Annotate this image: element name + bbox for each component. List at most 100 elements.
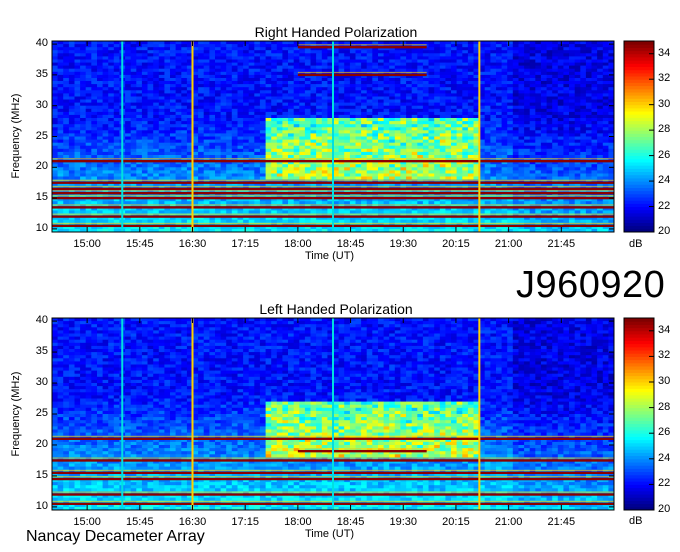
- right-cell: [563, 108, 570, 113]
- right-cell: [265, 133, 272, 137]
- right-cell: [198, 173, 205, 177]
- right-cell: [524, 142, 531, 147]
- right-cell: [175, 59, 182, 63]
- right-cell: [265, 173, 272, 177]
- right-cell: [338, 170, 345, 174]
- right-cell: [597, 133, 604, 137]
- right-cell: [344, 102, 351, 107]
- right-cell: [344, 121, 351, 125]
- right-cell: [108, 62, 115, 67]
- right-cell: [389, 127, 396, 131]
- right-cell: [529, 130, 536, 134]
- right-cell: [428, 173, 435, 177]
- right-cell: [321, 148, 328, 153]
- right-cell: [552, 130, 559, 134]
- right-cell: [181, 47, 188, 51]
- right-cell: [97, 71, 103, 76]
- right-cell: [243, 53, 250, 57]
- right-cell: [428, 47, 435, 51]
- right-cell: [518, 167, 525, 171]
- right-cell: [428, 87, 435, 91]
- right-cell: [259, 151, 266, 156]
- right-cell: [467, 102, 474, 107]
- right-cell: [557, 148, 564, 153]
- right-cell: [226, 50, 233, 54]
- right-cell: [265, 93, 272, 97]
- right-cell: [158, 136, 165, 140]
- right-cell: [153, 71, 160, 76]
- right-cell: [467, 155, 474, 159]
- right-cell: [136, 102, 143, 107]
- right-cell: [383, 84, 390, 88]
- right-cell: [456, 164, 463, 168]
- right-cell: [580, 136, 587, 140]
- right-cell: [203, 118, 210, 122]
- right-cell: [394, 99, 401, 103]
- right-cell: [411, 56, 418, 60]
- right-cell: [91, 81, 98, 85]
- right-cell: [164, 90, 171, 94]
- right-cell: [462, 90, 469, 94]
- right-cell: [113, 136, 120, 140]
- right-cell: [417, 81, 424, 85]
- right-cell: [422, 68, 429, 73]
- right-cell: [136, 62, 143, 67]
- right-cell: [304, 81, 311, 85]
- right-cell: [97, 90, 103, 94]
- right-cell: [406, 130, 413, 134]
- right-cell: [428, 56, 435, 60]
- right-cell: [344, 176, 351, 180]
- right-cell: [265, 59, 272, 63]
- right-cell: [276, 44, 283, 48]
- right-cell: [147, 127, 154, 131]
- right-cell: [349, 81, 356, 85]
- right-cell: [462, 62, 469, 67]
- right-cell: [501, 90, 508, 94]
- right-cell: [574, 121, 581, 125]
- right-cell: [57, 53, 64, 57]
- right-cell: [259, 53, 266, 57]
- right-cell: [141, 50, 148, 54]
- right-cell: [158, 59, 165, 63]
- right-cell: [91, 102, 98, 107]
- right-cell: [91, 59, 98, 63]
- right-cell: [389, 50, 396, 54]
- right-cell: [602, 41, 609, 45]
- right-cell: [209, 148, 216, 153]
- right-cell: [80, 41, 87, 45]
- right-cell: [563, 130, 570, 134]
- right-cell: [456, 142, 463, 147]
- right-cell: [170, 118, 176, 122]
- right-cell: [85, 124, 92, 128]
- right-cell: [68, 65, 75, 70]
- right-cell: [91, 50, 98, 54]
- right-cell: [108, 142, 115, 147]
- right-cell: [141, 62, 148, 67]
- right-cell: [80, 71, 87, 76]
- right-cell: [170, 164, 176, 168]
- right-cell: [344, 59, 351, 63]
- right-cell: [417, 118, 424, 122]
- right-cell: [243, 47, 250, 51]
- right-cell: [529, 136, 536, 140]
- right-cell: [259, 87, 266, 91]
- right-cell: [74, 56, 81, 60]
- right-cell: [389, 78, 396, 82]
- right-cell: [259, 127, 266, 131]
- right-cell: [125, 56, 132, 60]
- right-cell: [535, 65, 542, 70]
- right-cell: [141, 84, 148, 88]
- right-cell: [147, 114, 154, 119]
- right-cell: [529, 68, 536, 73]
- right-cell: [147, 111, 154, 116]
- right-cell: [316, 148, 323, 153]
- right-cell: [569, 59, 575, 63]
- right-cell: [422, 114, 429, 119]
- right-cell: [316, 133, 323, 137]
- right-cell: [153, 173, 160, 177]
- right-cell: [451, 111, 457, 116]
- right-cell: [507, 87, 514, 91]
- right-cell: [417, 170, 424, 174]
- right-cell: [316, 130, 323, 134]
- right-cell: [63, 90, 70, 94]
